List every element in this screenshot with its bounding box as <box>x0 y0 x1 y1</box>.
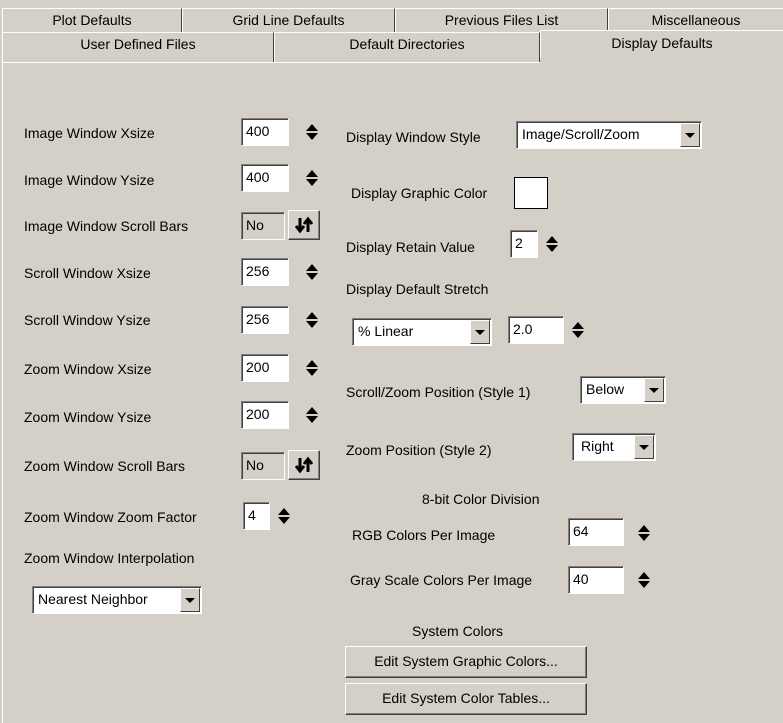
scroll-zoom-position-select[interactable]: Below <box>580 376 666 404</box>
scroll-zoom-position-value: Below <box>586 381 625 397</box>
zoom-window-ysize-label: Zoom Window Ysize <box>24 409 152 425</box>
zoom-position-select[interactable]: Right <box>572 433 656 461</box>
image-scroll-bars-toggle-button[interactable] <box>288 210 320 240</box>
up-down-arrows-icon[interactable] <box>636 522 652 544</box>
color-division-heading: 8-bit Color Division <box>422 491 540 507</box>
display-graphic-color-swatch[interactable] <box>514 177 548 209</box>
tab-miscellaneous[interactable]: Miscellaneous <box>608 8 783 32</box>
panel-left-border <box>2 62 3 723</box>
display-graphic-color-label: Display Graphic Color <box>351 185 488 201</box>
zoom-position-value: Right <box>581 438 614 454</box>
gray-scale-colors-per-image-input[interactable]: 40 <box>568 566 624 594</box>
display-retain-value-input[interactable]: 2 <box>510 230 538 258</box>
display-default-stretch-label: Display Default Stretch <box>346 281 489 297</box>
zoom-window-interpolation-select[interactable]: Nearest Neighbor <box>32 586 202 614</box>
scroll-window-xsize-input[interactable]: 256 <box>241 258 289 286</box>
up-down-arrows-icon[interactable] <box>304 121 320 143</box>
chevron-down-icon[interactable] <box>680 123 700 147</box>
display-window-style-value: Image/Scroll/Zoom <box>522 126 640 142</box>
scroll-window-xsize-label: Scroll Window Xsize <box>24 265 151 281</box>
up-down-arrows-icon[interactable] <box>304 309 320 331</box>
chevron-down-icon[interactable] <box>644 378 664 402</box>
image-window-ysize-label: Image Window Ysize <box>24 172 155 188</box>
zoom-window-zoom-factor-label: Zoom Window Zoom Factor <box>24 509 197 525</box>
tab-grid-line-defaults[interactable]: Grid Line Defaults <box>182 8 395 32</box>
rgb-colors-per-image-label: RGB Colors Per Image <box>352 527 496 543</box>
image-window-xsize-input[interactable]: 400 <box>241 118 289 146</box>
stretch-type-select[interactable]: % Linear <box>352 318 492 346</box>
tab-plot-defaults[interactable]: Plot Defaults <box>2 8 182 32</box>
scroll-window-ysize-label: Scroll Window Ysize <box>24 312 151 328</box>
zoom-window-ysize-input[interactable]: 200 <box>241 401 289 429</box>
zoom-window-scroll-bars-value: No <box>241 452 285 480</box>
up-down-arrows-icon[interactable] <box>304 167 320 189</box>
zoom-window-zoom-factor-input[interactable]: 4 <box>243 502 270 530</box>
edit-system-color-tables-button[interactable]: Edit System Color Tables... <box>345 683 587 715</box>
chevron-down-icon[interactable] <box>180 588 200 612</box>
zoom-window-xsize-label: Zoom Window Xsize <box>24 361 152 377</box>
up-down-arrows-icon[interactable] <box>570 319 586 341</box>
zoom-window-xsize-input[interactable]: 200 <box>241 354 289 382</box>
chevron-down-icon[interactable] <box>470 320 490 344</box>
up-down-arrows-icon[interactable] <box>636 569 652 591</box>
image-window-scroll-bars-value: No <box>241 212 285 240</box>
rgb-colors-per-image-input[interactable]: 64 <box>568 518 624 546</box>
chevron-down-icon[interactable] <box>634 435 654 459</box>
edit-system-graphic-colors-button[interactable]: Edit System Graphic Colors... <box>345 646 587 678</box>
zoom-window-interpolation-value: Nearest Neighbor <box>38 591 148 607</box>
up-down-arrows-icon[interactable] <box>304 404 320 426</box>
up-down-arrows-icon[interactable] <box>544 233 560 255</box>
system-colors-heading: System Colors <box>412 623 504 639</box>
display-retain-value-label: Display Retain Value <box>346 239 475 255</box>
scroll-zoom-position-label: Scroll/Zoom Position (Style 1) <box>346 384 531 400</box>
swap-arrows-icon <box>295 456 313 474</box>
tab-display-defaults[interactable]: Display Defaults <box>540 30 783 58</box>
up-down-arrows-icon[interactable] <box>276 505 292 527</box>
zoom-position-label: Zoom Position (Style 2) <box>346 442 492 458</box>
image-window-xsize-label: Image Window Xsize <box>24 125 155 141</box>
image-window-ysize-input[interactable]: 400 <box>241 164 289 192</box>
tab-default-directories[interactable]: Default Directories <box>274 32 540 62</box>
panel-top-border <box>2 62 540 63</box>
display-window-style-label: Display Window Style <box>346 129 481 145</box>
display-window-style-select[interactable]: Image/Scroll/Zoom <box>516 121 702 149</box>
image-window-scroll-bars-label: Image Window Scroll Bars <box>24 218 189 234</box>
zoom-window-scroll-bars-label: Zoom Window Scroll Bars <box>24 458 186 474</box>
up-down-arrows-icon[interactable] <box>304 261 320 283</box>
zoom-scroll-bars-toggle-button[interactable] <box>288 450 320 480</box>
scroll-window-ysize-input[interactable]: 256 <box>241 306 289 334</box>
tab-previous-files-list[interactable]: Previous Files List <box>395 8 608 32</box>
zoom-window-interpolation-label: Zoom Window Interpolation <box>24 550 195 566</box>
stretch-value-input[interactable]: 2.0 <box>508 316 564 344</box>
up-down-arrows-icon[interactable] <box>304 357 320 379</box>
stretch-type-value: % Linear <box>358 323 414 339</box>
tab-user-defined-files[interactable]: User Defined Files <box>2 32 274 62</box>
gray-scale-colors-per-image-label: Gray Scale Colors Per Image <box>350 572 533 588</box>
swap-arrows-icon <box>295 216 313 234</box>
